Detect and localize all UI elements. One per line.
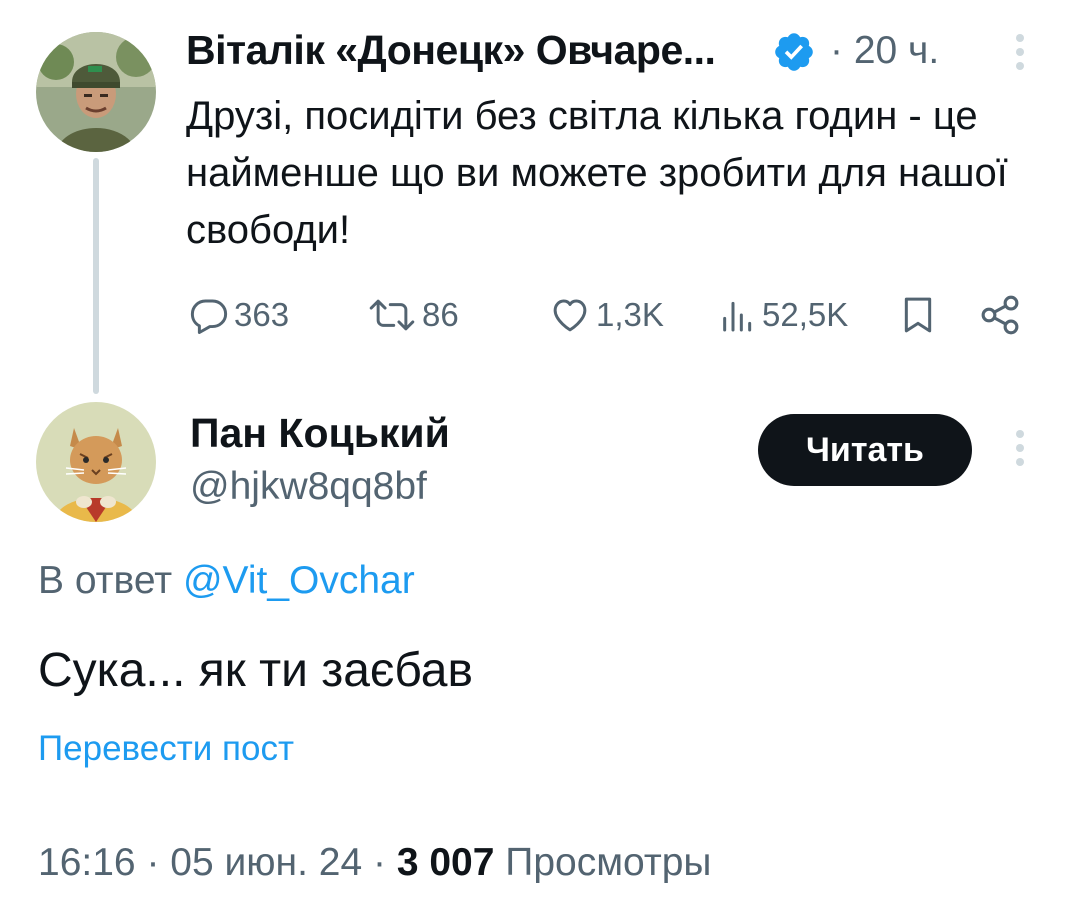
reply-context: В ответ @Vit_Ovchar <box>38 556 415 606</box>
parent-tweet-text: Друзі, посидіти без світла кілька годин … <box>186 94 1008 252</box>
reply-author-name[interactable]: Пан Коцький <box>190 408 450 458</box>
parent-author-name[interactable]: Віталік «Донецк» Овчаре... <box>186 24 716 76</box>
bookmark-button[interactable] <box>898 290 938 340</box>
reply-to-prefix: В ответ <box>38 559 173 602</box>
meta-separator: · <box>146 841 160 884</box>
views-button[interactable]: 52,5K <box>718 290 848 340</box>
retweet-count: 86 <box>422 296 459 333</box>
meta-separator: · <box>372 841 386 884</box>
views-count: 52,5K <box>762 296 849 333</box>
time-label: 20 ч. <box>853 29 940 72</box>
more-options-icon[interactable] <box>1014 430 1026 476</box>
time-separator: · <box>830 29 843 72</box>
parent-author-avatar[interactable] <box>36 32 156 152</box>
heart-icon <box>553 299 587 332</box>
thread-connector-line <box>93 158 99 394</box>
reply-tweet-text: Сука... як ти заєбав <box>38 644 473 697</box>
views-total: 3 007 <box>396 841 495 884</box>
parent-tweet-time[interactable]: · 20 ч. <box>830 26 939 76</box>
reply-button[interactable]: 363 <box>188 290 289 340</box>
bookmark-icon <box>904 297 932 333</box>
views-label: Просмотры <box>505 841 712 884</box>
retweet-button[interactable]: 86 <box>366 290 459 340</box>
tweet-date[interactable]: 05 июн. 24 <box>170 841 362 884</box>
translate-post-link[interactable]: Перевести пост <box>38 726 294 772</box>
reply-icon <box>190 299 228 334</box>
analytics-icon <box>723 301 752 332</box>
follow-button[interactable]: Читать <box>758 414 972 486</box>
more-options-icon[interactable] <box>1014 34 1026 80</box>
reply-count: 363 <box>234 296 290 333</box>
reply-to-handle-link[interactable]: @Vit_Ovchar <box>183 559 415 602</box>
reply-author-handle[interactable]: @hjkw8qq8bf <box>190 462 427 512</box>
like-button[interactable]: 1,3K <box>548 290 664 340</box>
like-count: 1,3K <box>596 296 664 333</box>
share-button[interactable] <box>978 290 1022 340</box>
reply-author-avatar[interactable] <box>36 402 156 522</box>
retweet-icon <box>369 299 415 331</box>
tweet-meta: 16:16 · 05 июн. 24 · 3 007 Просмотры <box>38 838 711 888</box>
share-icon <box>981 295 1019 335</box>
tweet-time[interactable]: 16:16 <box>38 841 136 884</box>
verified-badge-icon <box>775 33 813 71</box>
